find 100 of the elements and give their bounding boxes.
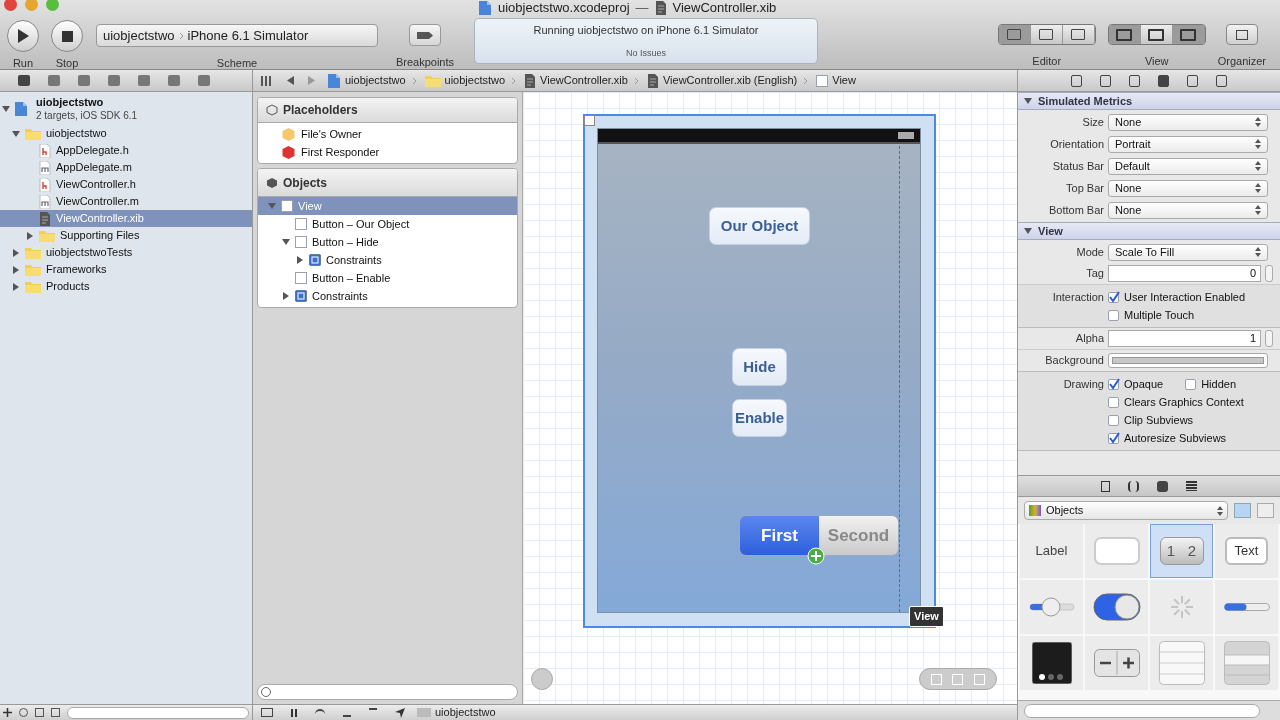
property-label: Status Bar xyxy=(1051,158,1104,174)
breakpoint-icon xyxy=(417,31,433,39)
organizer-button[interactable] xyxy=(1225,24,1258,45)
navigator-item[interactable]: Frameworks xyxy=(0,261,252,278)
outline-item[interactable]: Constraints xyxy=(258,287,517,305)
number-field[interactable]: 0 xyxy=(1108,265,1261,282)
navigator-item[interactable]: ViewController.m xyxy=(0,193,252,210)
library-tile[interactable]: 1 2 xyxy=(1150,524,1213,578)
inspector-section-header[interactable]: Simulated Metrics xyxy=(1018,92,1280,110)
jump-bar-item[interactable]: ViewController.xib (English) xyxy=(646,72,798,89)
collapsed-triangle-icon[interactable] xyxy=(12,265,20,274)
close-icon[interactable] xyxy=(4,0,17,11)
library-tile[interactable] xyxy=(1150,636,1213,690)
placeholder-item[interactable]: First Responder xyxy=(258,143,517,161)
library-tile[interactable] xyxy=(1215,580,1278,634)
collapsed-triangle-icon[interactable] xyxy=(26,231,34,240)
segment[interactable]: First xyxy=(740,516,819,555)
navigator-item[interactable]: uiobjectstwoTests xyxy=(0,244,252,261)
collapsed-triangle-icon[interactable] xyxy=(12,282,20,291)
library-tile[interactable] xyxy=(1020,636,1083,690)
add-icon[interactable] xyxy=(3,708,12,717)
canvas-button[interactable]: Our Object xyxy=(709,207,810,245)
debug-scheme[interactable]: uiobjectstwo xyxy=(417,704,496,720)
stop-button[interactable] xyxy=(51,20,83,52)
popup-button[interactable]: Scale To Fill xyxy=(1108,243,1268,261)
folder-icon[interactable] xyxy=(18,75,30,86)
navigator-item[interactable]: uiobjectstwo xyxy=(0,125,252,142)
collapsed-triangle-icon[interactable] xyxy=(12,248,20,257)
popup-button[interactable]: None xyxy=(1108,113,1268,131)
placeholder-item[interactable]: File's Owner xyxy=(258,125,517,143)
library-tile[interactable] xyxy=(1020,580,1083,634)
expanded-triangle-icon[interactable] xyxy=(2,105,10,113)
filter-field[interactable] xyxy=(67,706,249,719)
library-tile[interactable]: Text xyxy=(1215,524,1278,578)
jump-bar-item[interactable]: View xyxy=(816,72,856,89)
expanded-triangle-icon[interactable] xyxy=(12,129,20,138)
location-icon[interactable] xyxy=(395,707,405,718)
library-tile[interactable]: Label xyxy=(1020,524,1083,578)
jump-bar-item[interactable]: ViewController.xib xyxy=(524,72,628,89)
view-toggle-control[interactable] xyxy=(1107,24,1206,45)
popup-button[interactable]: Default xyxy=(1108,157,1268,175)
checkbox[interactable] xyxy=(1108,378,1119,390)
jump-bar-item[interactable]: uiobjectstwo xyxy=(424,72,506,89)
navigator-item[interactable]: Products xyxy=(0,278,252,295)
code-snippet-icon[interactable] xyxy=(1128,480,1139,492)
navigator-item[interactable]: AppDelegate.m xyxy=(0,159,252,176)
checkbox[interactable] xyxy=(1108,432,1119,444)
outline-item[interactable]: Button – Enable xyxy=(258,269,517,287)
expanded-triangle-icon[interactable] xyxy=(282,238,290,246)
library-tile[interactable] xyxy=(1150,580,1213,634)
checkbox[interactable] xyxy=(1108,396,1119,408)
segmented-control[interactable]: First Second xyxy=(739,515,899,556)
inspector-section-header[interactable]: View xyxy=(1018,222,1280,240)
outline-item[interactable]: Button – Hide xyxy=(258,233,517,251)
back-icon[interactable] xyxy=(287,76,294,85)
pause-icon[interactable] xyxy=(291,708,297,717)
zoom-toggle-icon[interactable] xyxy=(531,668,553,690)
canvas-button[interactable]: Enable xyxy=(732,399,787,437)
outline-item[interactable]: Constraints xyxy=(258,251,517,269)
library-tile[interactable] xyxy=(1085,636,1148,690)
library-tile[interactable] xyxy=(1085,524,1148,578)
header-file-icon xyxy=(39,143,51,158)
navigator-item[interactable]: ViewController.h xyxy=(0,176,252,193)
library-tile[interactable] xyxy=(1085,580,1148,634)
color-well[interactable] xyxy=(1108,353,1268,368)
scheme-popup[interactable]: uiobjectstwo iPhone 6.1 Simulator xyxy=(96,24,378,47)
grid-icon[interactable] xyxy=(261,75,273,86)
collapsed-triangle-icon[interactable] xyxy=(296,256,304,264)
panel-icon[interactable] xyxy=(1108,25,1141,44)
editor-mode-control[interactable] xyxy=(997,24,1096,45)
checkbox[interactable] xyxy=(1108,414,1119,426)
navigator-item[interactable]: Supporting Files xyxy=(0,227,252,244)
popup-button[interactable]: None xyxy=(1108,201,1268,219)
popup-button[interactable]: None xyxy=(1108,179,1268,197)
number-field[interactable]: 1 xyxy=(1108,330,1261,347)
collapsed-triangle-icon[interactable] xyxy=(282,292,290,300)
project-row[interactable]: uiobjectstwo 2 targets, iOS SDK 6.1 xyxy=(0,93,252,125)
search-field[interactable] xyxy=(1024,703,1260,718)
library-icon xyxy=(1029,505,1041,516)
panel-icon[interactable] xyxy=(1140,25,1173,44)
expanded-triangle-icon[interactable] xyxy=(1024,97,1032,105)
library-filter-popup[interactable]: Objects xyxy=(1024,501,1228,520)
expanded-triangle-icon[interactable] xyxy=(1024,227,1032,235)
run-button[interactable] xyxy=(7,20,39,52)
section-title: Objects xyxy=(283,174,327,192)
library-tile[interactable] xyxy=(1215,636,1278,690)
close-icon[interactable] xyxy=(584,115,595,126)
panel-icon[interactable] xyxy=(1172,25,1205,44)
breakpoints-button[interactable] xyxy=(409,24,441,46)
navigator-item[interactable]: AppDelegate.h xyxy=(0,142,252,159)
checkbox[interactable] xyxy=(1108,291,1119,303)
popup-button[interactable]: Portrait xyxy=(1108,135,1268,153)
add-connection-icon xyxy=(807,547,825,565)
jump-bar-item[interactable]: uiobjectstwo xyxy=(327,72,406,89)
checkbox[interactable] xyxy=(1108,309,1119,321)
media-icon[interactable] xyxy=(1186,481,1197,491)
window-title: ViewController.xib xyxy=(672,0,777,17)
outline-item[interactable]: Button – Our Object xyxy=(258,215,517,233)
canvas-button[interactable]: Hide xyxy=(732,348,787,386)
checkbox[interactable] xyxy=(1185,378,1197,390)
